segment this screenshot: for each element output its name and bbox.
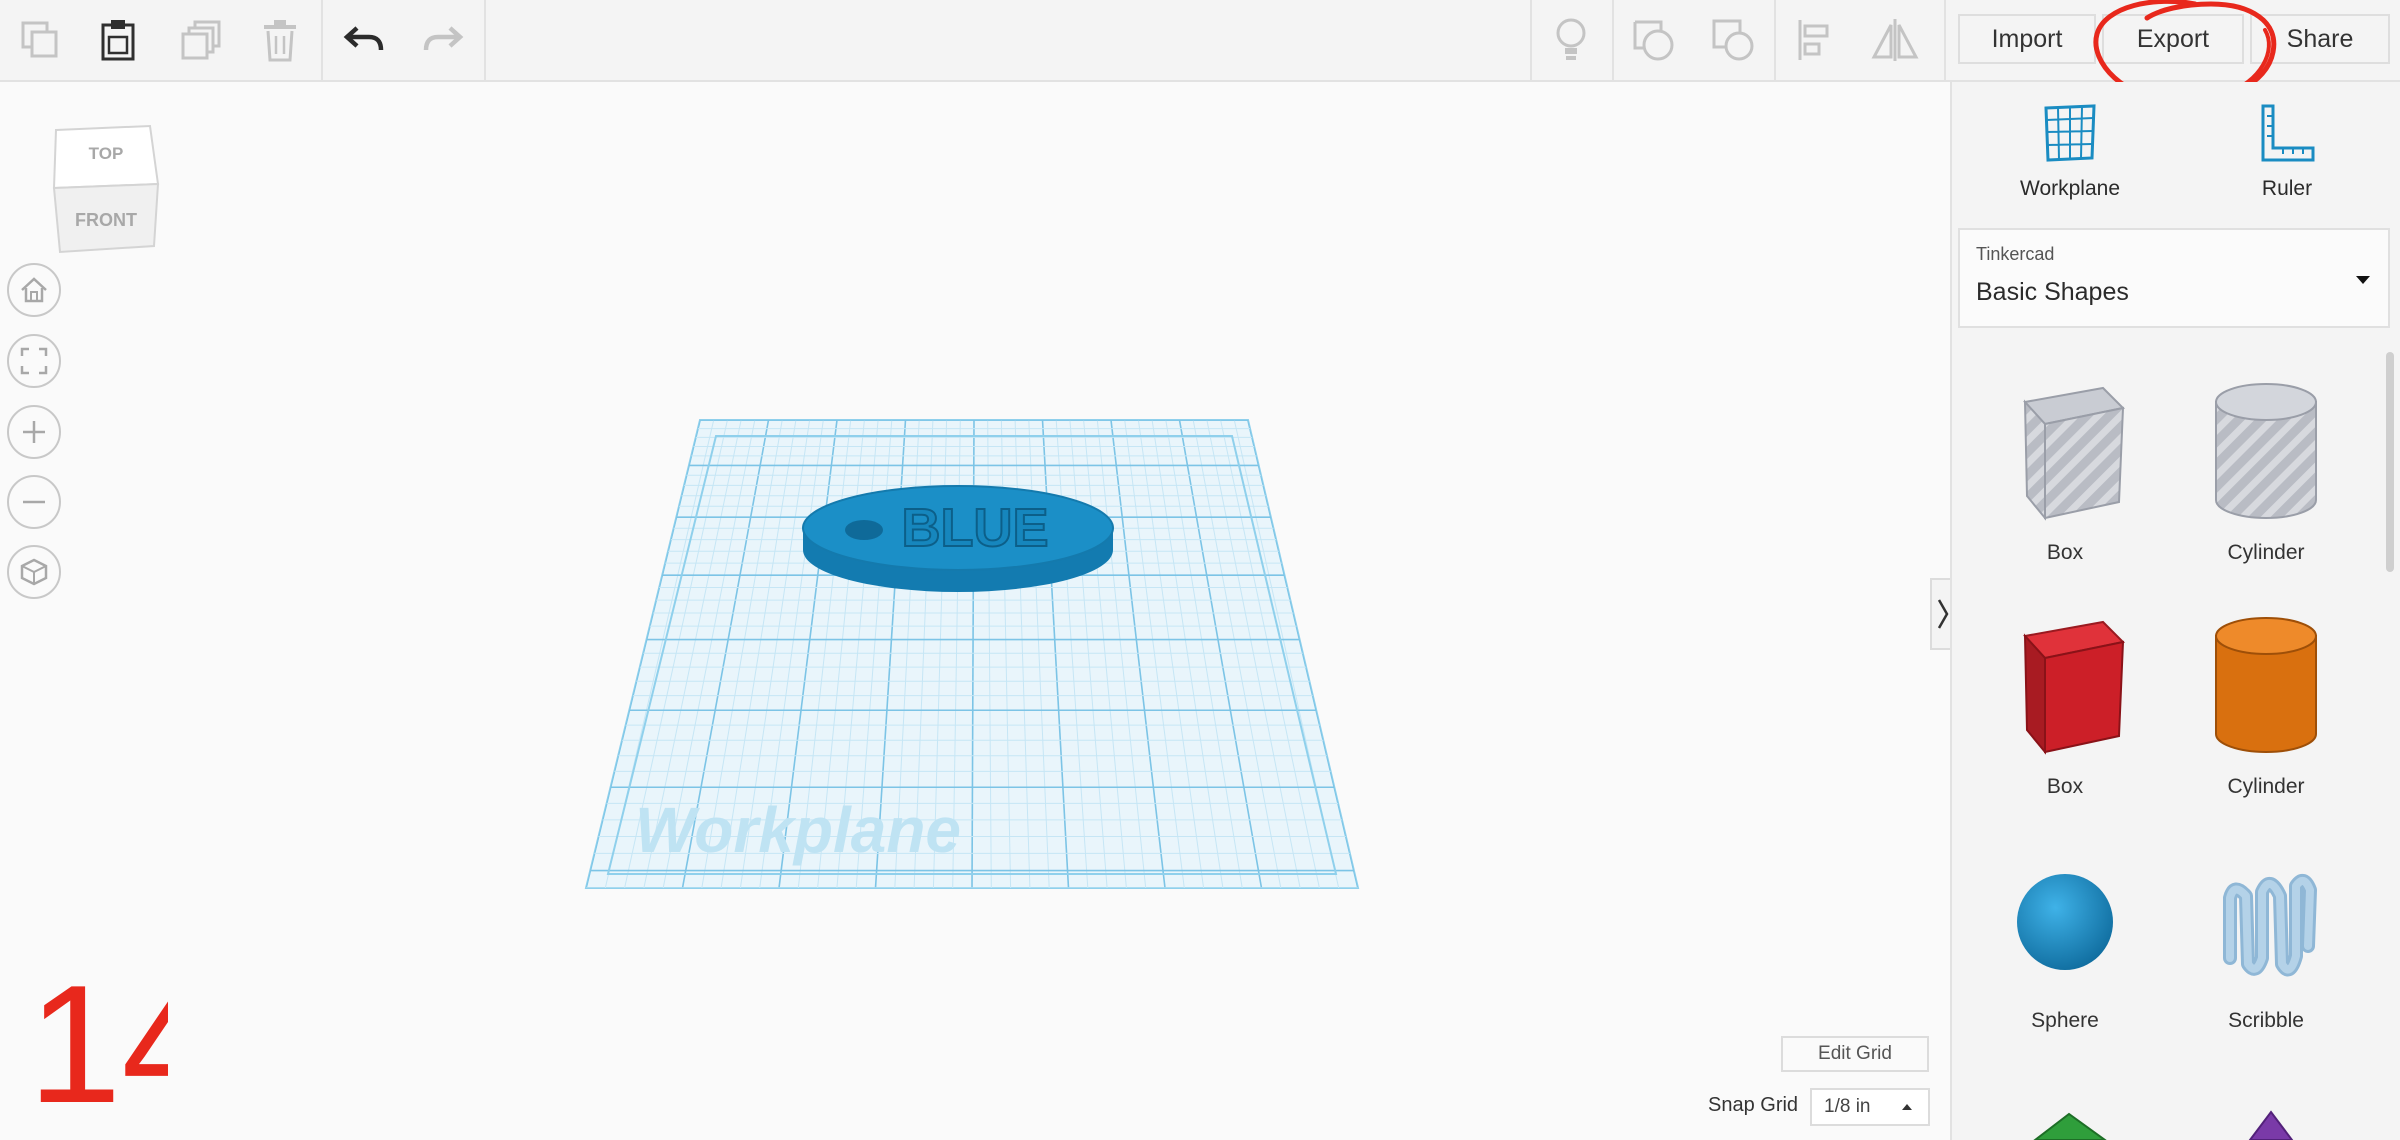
zoom-out-icon	[23, 500, 45, 504]
workplane-tool-label: Workplane	[2020, 177, 2120, 200]
shape-label: Box	[2046, 775, 2084, 798]
zoom-in-button[interactable]	[7, 405, 61, 459]
share-button[interactable]: Share	[2250, 14, 2390, 64]
lightbulb-icon[interactable]	[1536, 0, 1606, 80]
handwritten-annotation: 14	[28, 962, 168, 1112]
zoom-out-button[interactable]	[7, 475, 61, 529]
workplane-grid-icon	[2044, 104, 2096, 162]
cylinder-orange-icon	[2215, 617, 2317, 753]
shape-sphere[interactable]: Sphere	[1965, 846, 2165, 1033]
shape-label: Cylinder	[2227, 541, 2305, 564]
trash-icon[interactable]	[245, 0, 315, 80]
box-hole-icon	[2023, 386, 2126, 521]
toolbar-divider	[1530, 0, 1532, 80]
annotation-number: 14	[28, 962, 168, 1112]
box-red-icon	[2023, 620, 2126, 755]
shape-cylinder-hole[interactable]: Cylinder	[2166, 378, 2366, 565]
chevron-right-icon	[1937, 599, 1949, 629]
snap-grid-label: Snap Grid	[1708, 1094, 1799, 1116]
fit-view-button[interactable]	[7, 334, 61, 388]
shape-label: Cylinder	[2227, 775, 2305, 798]
shape-label: Scribble	[2228, 1009, 2304, 1032]
mirror-icon[interactable]	[1860, 0, 1930, 80]
fit-view-icon	[20, 347, 48, 375]
shape-box-hole[interactable]: Box	[1965, 378, 2165, 565]
view-cube[interactable]: TOP FRONT	[50, 122, 162, 254]
cylinder-hole-icon	[2215, 383, 2317, 519]
viewcube-top-label: TOP	[88, 144, 124, 163]
ruler-tool-label: Ruler	[2261, 177, 2313, 200]
group-icon[interactable]	[1618, 0, 1688, 80]
edit-grid-button[interactable]: Edit Grid	[1781, 1036, 1929, 1072]
shape-roof-partial[interactable]	[2025, 1108, 2115, 1140]
redo-icon[interactable]	[408, 0, 478, 80]
toolbar-divider	[1774, 0, 1776, 80]
align-icon[interactable]	[1780, 0, 1850, 80]
perspective-button[interactable]	[7, 545, 61, 599]
workplane-tool[interactable]: Workplane	[1995, 102, 2145, 201]
shape-library-dropdown[interactable]: Tinkercad Basic Shapes	[1958, 228, 2390, 328]
object-text: BLUE	[902, 498, 1049, 558]
toolbar-divider	[1612, 0, 1614, 80]
perspective-icon	[20, 558, 48, 586]
top-toolbar: Import Export Share	[0, 0, 2400, 82]
workplane[interactable]: Workplane BLUE	[560, 400, 1380, 920]
shape-box[interactable]: Box	[1965, 612, 2165, 799]
ruler-icon	[2261, 104, 2315, 162]
shape-label: Box	[2046, 541, 2084, 564]
duplicate-icon[interactable]	[166, 0, 236, 80]
library-category: Basic Shapes	[1976, 278, 2129, 306]
shape-scribble[interactable]: Scribble	[2166, 846, 2366, 1033]
toolbar-divider	[321, 0, 323, 80]
shape-label: Sphere	[2031, 1009, 2099, 1032]
viewcube-front-label: FRONT	[75, 210, 137, 230]
sphere-icon	[2017, 874, 2113, 970]
copy-icon[interactable]	[5, 0, 75, 80]
caret-down-icon	[2356, 276, 2370, 284]
shape-cylinder[interactable]: Cylinder	[2166, 612, 2366, 799]
caret-up-icon	[1902, 1104, 1912, 1110]
library-provider: Tinkercad	[1976, 244, 2055, 264]
toolbar-divider	[484, 0, 486, 80]
paste-icon[interactable]	[83, 0, 153, 80]
undo-icon[interactable]	[329, 0, 399, 80]
zoom-in-icon	[23, 421, 45, 443]
snap-grid-select[interactable]: 1/8 in	[1810, 1088, 1930, 1126]
snap-grid-value: 1/8 in	[1824, 1096, 1871, 1117]
toolbar-divider	[1944, 0, 1946, 80]
ungroup-icon[interactable]	[1698, 0, 1768, 80]
export-button[interactable]: Export	[2102, 14, 2244, 64]
keychain-object[interactable]: BLUE	[802, 485, 1114, 592]
scribble-icon	[2223, 873, 2317, 977]
workplane-watermark: Workplane	[635, 794, 961, 866]
shape-pyramid-partial[interactable]	[2226, 1108, 2316, 1140]
home-view-button[interactable]	[7, 263, 61, 317]
home-icon	[21, 277, 47, 303]
import-button[interactable]: Import	[1958, 14, 2096, 64]
panel-scrollbar[interactable]	[2386, 352, 2394, 572]
ruler-tool[interactable]: Ruler	[2212, 102, 2362, 201]
